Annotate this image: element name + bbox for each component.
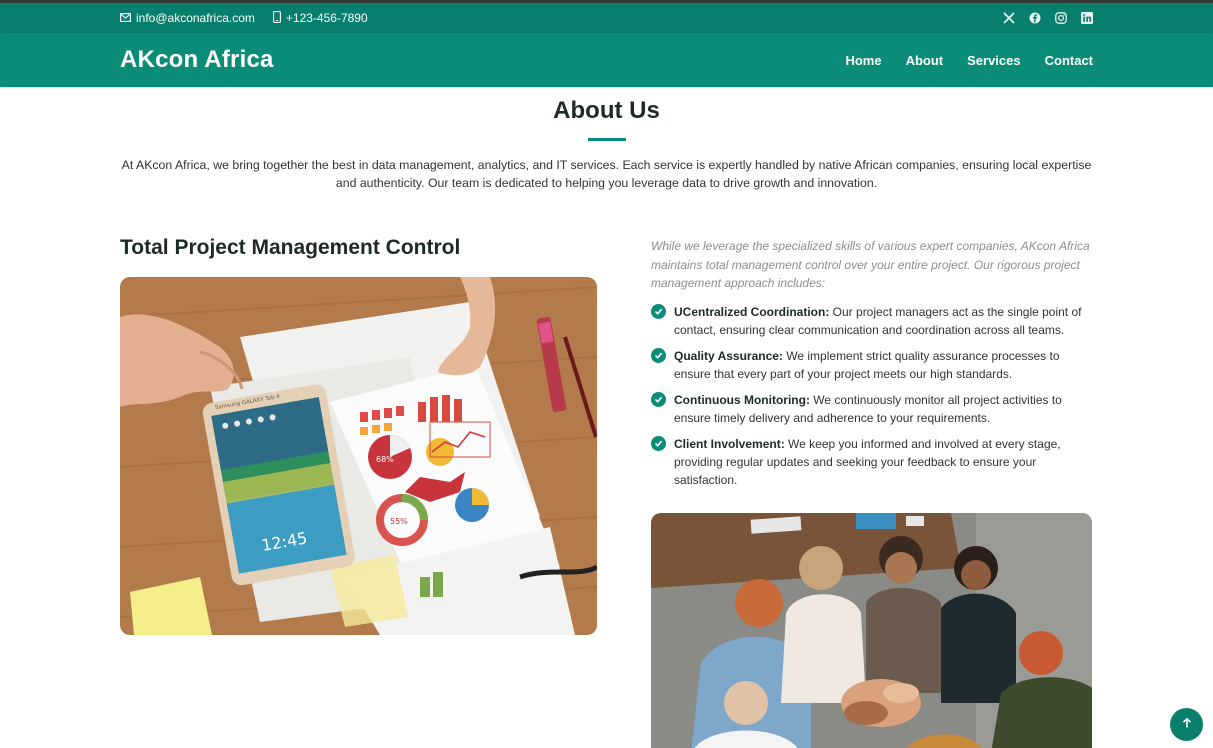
instagram-icon[interactable] [1054, 12, 1067, 25]
x-twitter-icon[interactable] [1002, 12, 1015, 25]
feature-list: UCentralized Coordination: Our project m… [651, 303, 1091, 497]
main-header: AKcon Africa Home About Services Contact [0, 33, 1213, 87]
back-to-top-button[interactable] [1170, 708, 1203, 741]
site-logo[interactable]: AKcon Africa [120, 33, 274, 87]
feature-item: Continuous Monitoring: We continuously m… [651, 391, 1091, 427]
about-title: About Us [553, 97, 660, 124]
topbar-contact: info@akconafrica.com +123-456-7890 [120, 3, 368, 33]
phone-text: +123-456-7890 [285, 11, 368, 25]
feature-item: Quality Assurance: We implement strict q… [651, 347, 1091, 383]
check-circle-icon [651, 436, 666, 451]
linkedin-icon[interactable] [1080, 12, 1093, 25]
team-image [651, 513, 1092, 748]
project-intro: While we leverage the specialized skills… [651, 239, 1090, 290]
title-underline [588, 138, 626, 141]
topbar: info@akconafrica.com +123-456-7890 [0, 3, 1213, 33]
nav-contact[interactable]: Contact [1045, 53, 1093, 68]
nav-about[interactable]: About [906, 53, 944, 68]
main-nav: Home About Services Contact [845, 33, 1093, 87]
section-title: Total Project Management Control [120, 236, 461, 259]
feature-title: Continuous Monitoring: [674, 393, 810, 407]
check-circle-icon [651, 304, 666, 319]
check-circle-icon [651, 392, 666, 407]
feature-item: Client Involvement: We keep you informed… [651, 435, 1091, 489]
facebook-icon[interactable] [1028, 12, 1041, 25]
chart-label-1: 68% [376, 455, 394, 464]
email-text: info@akconafrica.com [136, 11, 255, 25]
feature-item: UCentralized Coordination: Our project m… [651, 303, 1091, 339]
envelope-icon [120, 11, 131, 25]
social-links [1002, 3, 1093, 33]
feature-title: Client Involvement: [674, 437, 785, 451]
feature-title: UCentralized Coordination: [674, 305, 830, 319]
nav-home[interactable]: Home [845, 53, 881, 68]
project-management-image: 68% 55% 12:45 Samsung GALAXY Tab 4 [120, 277, 597, 635]
phone-icon [272, 10, 281, 26]
arrow-up-icon [1181, 716, 1193, 734]
feature-title: Quality Assurance: [674, 349, 783, 363]
email-link[interactable]: info@akconafrica.com [120, 11, 255, 25]
check-circle-icon [651, 348, 666, 363]
phone-link[interactable]: +123-456-7890 [272, 10, 368, 26]
about-description: At AKcon Africa, we bring together the b… [121, 158, 1092, 190]
chart-label-2: 55% [390, 517, 408, 526]
nav-services[interactable]: Services [967, 53, 1021, 68]
